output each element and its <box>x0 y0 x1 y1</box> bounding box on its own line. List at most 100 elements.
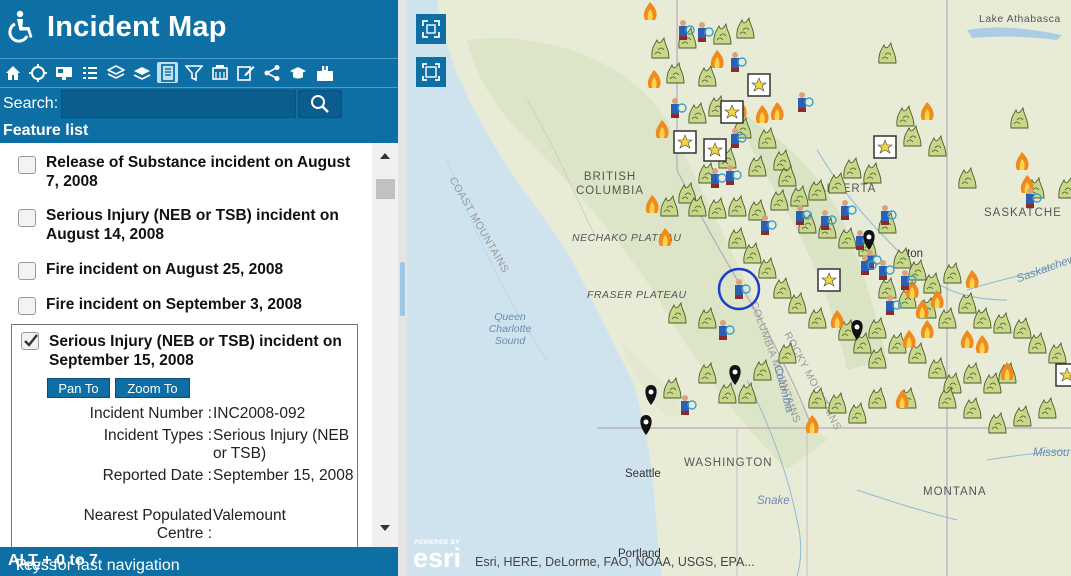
list-scrollbar[interactable] <box>372 143 398 547</box>
gas-release-marker[interactable] <box>758 256 777 279</box>
share-button[interactable] <box>261 62 282 83</box>
gas-release-marker[interactable] <box>1058 177 1071 199</box>
gas-release-marker[interactable] <box>718 381 737 404</box>
explosion-marker[interactable] <box>673 130 697 154</box>
injury-marker[interactable] <box>681 395 697 415</box>
fire-marker[interactable] <box>920 102 934 120</box>
gas-release-marker[interactable] <box>878 41 897 64</box>
gas-release-marker[interactable] <box>808 386 827 409</box>
fire-marker[interactable] <box>920 320 934 338</box>
fire-marker[interactable] <box>902 330 916 348</box>
gas-release-marker[interactable] <box>758 126 777 149</box>
gas-release-marker[interactable] <box>1013 404 1032 427</box>
scroll-up-icon[interactable] <box>378 149 392 163</box>
gas-release-marker[interactable] <box>848 401 867 424</box>
zoom-to-button[interactable]: Zoom To <box>115 378 190 398</box>
gas-release-marker[interactable] <box>868 386 887 409</box>
gas-release-marker[interactable] <box>660 194 679 217</box>
item-checkbox-checked[interactable] <box>21 332 39 350</box>
gas-release-marker[interactable] <box>698 64 717 87</box>
incident-markers-layer[interactable] <box>407 0 1071 576</box>
gas-release-marker[interactable] <box>893 246 912 269</box>
gas-release-marker[interactable] <box>778 341 797 364</box>
scroll-down-icon[interactable] <box>378 521 392 535</box>
gas-release-marker[interactable] <box>790 184 809 207</box>
home-button[interactable] <box>2 62 23 83</box>
gas-release-marker[interactable] <box>773 148 792 171</box>
pan-to-button[interactable]: Pan To <box>47 378 110 398</box>
search-input[interactable] <box>61 90 296 118</box>
fire-marker[interactable] <box>658 228 672 246</box>
gas-release-marker[interactable] <box>896 104 915 127</box>
gas-release-marker[interactable] <box>943 261 962 284</box>
fire-marker[interactable] <box>805 415 819 433</box>
fire-marker[interactable] <box>655 120 669 138</box>
gas-release-marker[interactable] <box>1038 396 1057 419</box>
legend-button[interactable] <box>79 62 100 83</box>
gas-release-marker[interactable] <box>1048 341 1067 364</box>
locate-button[interactable] <box>27 62 48 83</box>
gas-release-marker[interactable] <box>743 241 762 264</box>
fire-marker[interactable] <box>1015 152 1029 170</box>
gas-release-marker[interactable] <box>713 22 732 45</box>
gas-release-marker[interactable] <box>1010 106 1029 129</box>
expanded-list-item[interactable]: Serious Injury (NEB or TSB) incident on … <box>11 324 358 547</box>
injury-marker[interactable] <box>731 52 747 72</box>
gas-release-marker[interactable] <box>668 301 687 324</box>
explosion-marker[interactable] <box>720 100 744 124</box>
gas-release-marker[interactable] <box>983 371 1002 394</box>
gas-release-marker[interactable] <box>1028 331 1047 354</box>
scrollbar-thumb[interactable] <box>376 179 395 199</box>
fire-marker[interactable] <box>647 70 661 88</box>
gas-release-marker[interactable] <box>748 154 767 177</box>
location-pin-marker[interactable] <box>729 365 741 385</box>
gas-release-marker[interactable] <box>868 346 887 369</box>
explosion-marker[interactable] <box>873 135 897 159</box>
gas-release-marker[interactable] <box>663 376 682 399</box>
gas-release-marker[interactable] <box>993 311 1012 334</box>
explosion-marker[interactable] <box>1055 363 1071 387</box>
gas-release-marker[interactable] <box>698 361 717 384</box>
explosion-marker[interactable] <box>703 138 727 162</box>
injury-marker[interactable] <box>671 98 687 118</box>
injury-marker[interactable] <box>798 92 814 112</box>
layer-list-button[interactable] <box>131 62 152 83</box>
gas-release-marker[interactable] <box>736 16 755 39</box>
gas-release-marker[interactable] <box>808 178 827 201</box>
gas-release-marker[interactable] <box>708 196 727 219</box>
gas-release-marker[interactable] <box>928 134 947 157</box>
fire-marker[interactable] <box>770 102 784 120</box>
gas-release-marker[interactable] <box>928 356 947 379</box>
explosion-marker[interactable] <box>817 268 841 292</box>
item-checkbox[interactable] <box>18 297 36 315</box>
gas-release-marker[interactable] <box>988 411 1007 434</box>
location-pin-marker[interactable] <box>645 385 657 405</box>
gas-release-marker[interactable] <box>828 171 847 194</box>
panel-splitter[interactable] <box>398 0 407 576</box>
item-checkbox[interactable] <box>18 156 36 174</box>
gas-release-marker[interactable] <box>828 391 847 414</box>
gas-release-marker[interactable] <box>788 291 807 314</box>
gas-release-marker[interactable] <box>698 306 717 329</box>
gas-release-marker[interactable] <box>903 124 922 147</box>
gas-release-marker[interactable] <box>838 226 857 249</box>
fire-marker[interactable] <box>830 310 844 328</box>
gas-release-marker[interactable] <box>808 306 827 329</box>
injury-marker[interactable] <box>879 260 895 280</box>
gas-release-marker[interactable] <box>728 194 747 217</box>
gas-release-marker[interactable] <box>868 316 887 339</box>
export-button[interactable] <box>314 62 335 83</box>
map-view[interactable]: Lake Athabasca BRITISH COLUMBIA ALBERTA … <box>407 0 1071 576</box>
gas-release-marker[interactable] <box>963 396 982 419</box>
gas-release-marker[interactable] <box>863 161 882 184</box>
location-pin-marker[interactable] <box>640 415 652 435</box>
gas-release-marker[interactable] <box>666 61 685 84</box>
gas-release-marker[interactable] <box>843 156 862 179</box>
gas-release-marker[interactable] <box>651 36 670 59</box>
gas-release-marker[interactable] <box>908 258 927 281</box>
search-button[interactable] <box>298 90 342 118</box>
gas-release-marker[interactable] <box>878 276 897 299</box>
fire-marker[interactable] <box>965 270 979 288</box>
gas-release-marker[interactable] <box>963 361 982 384</box>
splitter-grip[interactable] <box>400 262 405 316</box>
